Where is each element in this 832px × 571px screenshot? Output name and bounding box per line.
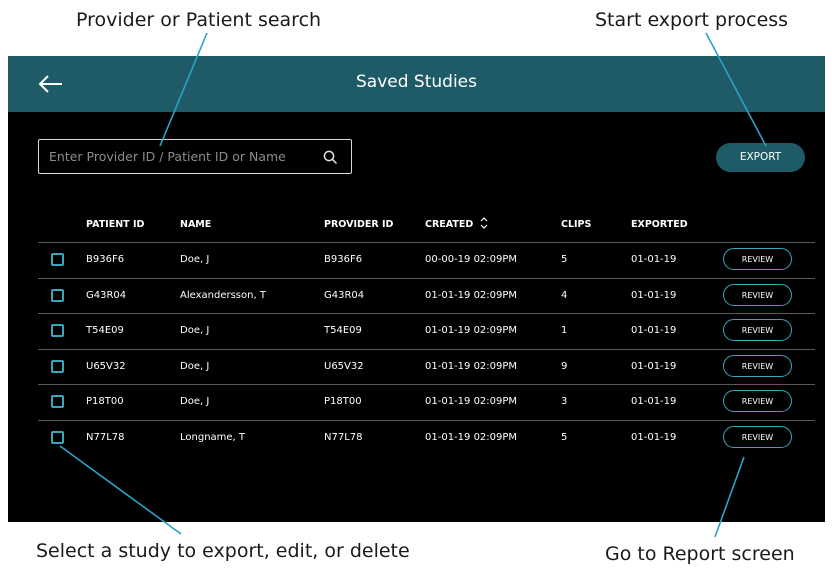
sort-icon[interactable] — [479, 216, 489, 230]
annotation-review: Go to Report screen — [605, 543, 795, 565]
exported-cell: 01-01-19 — [631, 325, 677, 336]
exported-cell: 01-01-19 — [631, 254, 677, 265]
exported-cell: 01-01-19 — [631, 360, 677, 372]
annotation-select: Select a study to export, edit, or delet… — [36, 540, 410, 562]
created-cell: 01-01-19 02:09PM — [425, 431, 518, 443]
search-icon[interactable] — [323, 150, 338, 165]
table-row[interactable]: T54E09 Doe, J T54E09 01-01-19 02:09PM 1 01-01… — [38, 313, 815, 349]
column-header-patient-id[interactable]: PATIENT ID — [86, 219, 144, 230]
review-button[interactable]: REVIEW — [723, 248, 792, 270]
patient-id-cell: N77L78 — [86, 431, 125, 443]
review-button[interactable]: REVIEW — [723, 390, 792, 412]
name-cell: Doe, J — [180, 325, 210, 336]
patient-id-cell: B936F6 — [86, 254, 125, 265]
review-button[interactable]: REVIEW — [723, 354, 792, 377]
name-cell: Doe, J — [180, 254, 210, 265]
row-checkbox[interactable] — [51, 430, 64, 444]
created-cell: 01-01-19 02:09PM — [425, 289, 518, 301]
name-cell: Longname, T — [180, 431, 246, 443]
row-checkbox[interactable] — [51, 324, 64, 337]
provider-id-cell: G43R04 — [324, 289, 365, 301]
row-checkbox[interactable] — [51, 253, 64, 266]
column-header-exported[interactable]: EXPORTED — [631, 219, 688, 230]
search-input[interactable] — [49, 140, 309, 173]
patient-id-cell: T54E09 — [86, 325, 124, 336]
provider-id-cell: U65V32 — [324, 360, 364, 372]
export-button[interactable]: EXPORT — [716, 143, 805, 172]
provider-id-cell: P18T00 — [324, 396, 362, 407]
table-row[interactable]: N77L78 Longname, T N77L78 01-01-19 02:09PM 5… — [38, 419, 815, 456]
name-cell: Alexandersson, T — [180, 289, 266, 301]
created-cell: 00-00-19 02:09PM — [425, 254, 518, 265]
provider-id-cell: B936F6 — [324, 254, 363, 265]
search-box[interactable] — [38, 139, 352, 174]
annotation-export: Start export process — [595, 9, 789, 31]
row-checkbox[interactable] — [51, 395, 64, 408]
provider-id-cell: T54E09 — [324, 325, 362, 336]
clips-cell: 3 — [561, 396, 568, 407]
patient-id-cell: U65V32 — [86, 360, 126, 372]
name-cell: Doe, J — [180, 360, 210, 372]
clips-cell: 5 — [561, 431, 568, 443]
exported-cell: 01-01-19 — [631, 289, 677, 301]
column-header-provider-id[interactable]: PROVIDER ID — [324, 219, 393, 230]
column-header-name[interactable]: NAME — [180, 219, 211, 230]
table-row[interactable]: B936F6 Doe, J B936F6 00-00-19 02:09PM 5 01-01… — [38, 242, 815, 278]
clips-cell: 1 — [561, 325, 568, 336]
table-row[interactable]: P18T00 Doe, J P18T00 01-01-19 02:09PM 3 01-01… — [38, 384, 815, 420]
saved-studies-screen: Saved Studies EXPORT PATIENT ID NAME PRO… — [8, 56, 825, 522]
annotation-search: Provider or Patient search — [76, 9, 322, 31]
clips-cell: 5 — [561, 254, 568, 265]
table-row[interactable]: U65V32 Doe, J U65V32 01-01-19 02:09PM 9 01-01… — [38, 348, 815, 385]
created-cell: 01-01-19 02:09PM — [425, 396, 518, 407]
title-bar: Saved Studies — [8, 56, 825, 112]
provider-id-cell: N77L78 — [324, 431, 363, 443]
clips-cell: 4 — [561, 289, 568, 301]
created-cell: 01-01-19 02:09PM — [425, 360, 518, 372]
page-title: Saved Studies — [356, 72, 477, 92]
created-cell: 01-01-19 02:09PM — [425, 325, 518, 336]
row-checkbox[interactable] — [51, 288, 64, 302]
column-header-clips[interactable]: CLIPS — [561, 219, 591, 230]
review-button[interactable]: REVIEW — [723, 319, 792, 341]
exported-cell: 01-01-19 — [631, 396, 677, 407]
review-button[interactable]: REVIEW — [723, 283, 792, 306]
exported-cell: 01-01-19 — [631, 431, 677, 443]
row-checkbox[interactable] — [51, 359, 64, 373]
table-row[interactable]: G43R04 Alexandersson, T G43R04 01-01-19 02:… — [38, 277, 815, 314]
patient-id-cell: G43R04 — [86, 289, 127, 301]
patient-id-cell: P18T00 — [86, 396, 124, 407]
review-button[interactable]: REVIEW — [723, 425, 792, 448]
clips-cell: 9 — [561, 360, 568, 372]
name-cell: Doe, J — [180, 396, 210, 407]
column-header-created[interactable]: CREATED — [425, 219, 473, 230]
